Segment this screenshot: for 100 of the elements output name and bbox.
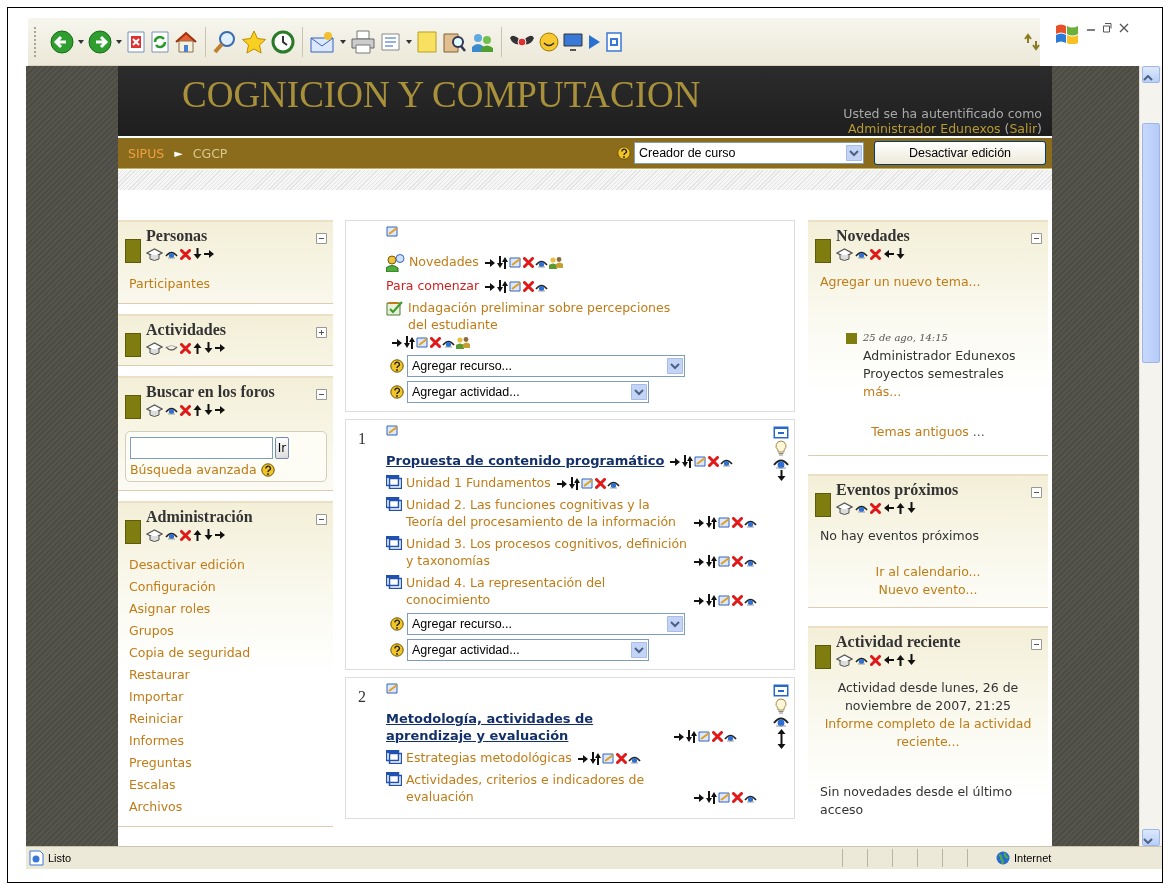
arrow-down-icon[interactable] (193, 248, 202, 260)
block-link[interactable]: Participantes (129, 273, 322, 295)
collapse-icon[interactable] (773, 684, 789, 697)
arrow-left-icon[interactable] (883, 503, 894, 513)
arrow-right-icon[interactable] (392, 337, 403, 348)
up-down-arrows-icon[interactable] (682, 455, 694, 468)
block-link[interactable]: Desactivar edición (129, 554, 322, 576)
block-link[interactable]: Informes (129, 730, 322, 752)
mortarboard-icon[interactable] (836, 246, 853, 262)
add-topic-link[interactable]: Agregar un nuevo tema... (820, 273, 1036, 291)
arrow-right-icon[interactable] (215, 343, 226, 353)
activity-link[interactable]: Indagación preliminar sobre percepciones del estudiante (408, 299, 690, 333)
restore-icon[interactable] (1102, 22, 1113, 34)
collapse-icon[interactable] (1031, 487, 1042, 498)
delete-icon[interactable] (732, 792, 743, 803)
block-link[interactable]: Escalas (129, 774, 322, 796)
label-text[interactable]: Para comenzar (386, 277, 480, 294)
section-title-link[interactable]: Propuesta de contenido programático (386, 452, 665, 469)
eye-icon[interactable] (855, 655, 868, 665)
help-icon[interactable] (390, 617, 404, 631)
arrow-down-icon[interactable] (907, 502, 916, 514)
arrow-up-icon[interactable] (193, 342, 202, 354)
up-down-arrows-icon[interactable] (496, 256, 508, 269)
arrow-left-icon[interactable] (883, 655, 894, 665)
arrow-up-icon[interactable] (896, 654, 905, 666)
edit-mode-button[interactable]: Desactivar edición (874, 141, 1046, 165)
arrow-right-icon[interactable] (694, 556, 705, 567)
scroll-up-button[interactable] (1142, 66, 1160, 83)
eye-icon[interactable] (773, 457, 789, 469)
delete-icon[interactable] (180, 342, 191, 354)
arrow-right-icon[interactable] (694, 517, 705, 528)
expand-icon[interactable] (316, 327, 327, 338)
delete-icon[interactable] (180, 529, 191, 541)
collapse-icon[interactable] (1031, 233, 1042, 244)
arrow-down-icon[interactable] (776, 470, 786, 482)
dropdown-caret-icon[interactable] (116, 39, 122, 44)
calendar-link[interactable]: Nuevo evento... (820, 581, 1036, 599)
closed-eye-icon[interactable] (165, 343, 178, 353)
older-topics-link[interactable]: Temas antiguos (871, 424, 969, 439)
block-link[interactable]: Importar (129, 686, 322, 708)
activity-link[interactable]: Unidad 3. Los procesos cognitivos, definición y taxonomías (406, 535, 688, 569)
scroll-thumb[interactable] (1142, 123, 1160, 363)
arrow-right-icon[interactable] (556, 478, 568, 489)
arrow-right-icon[interactable] (694, 792, 705, 803)
delete-icon[interactable] (180, 248, 191, 260)
delete-icon[interactable] (615, 753, 627, 764)
up-down-arrows-icon[interactable] (497, 280, 509, 293)
delete-icon[interactable] (870, 654, 881, 666)
user-link[interactable]: Administrador Edunexos (848, 121, 1001, 136)
edit-icon[interactable] (386, 226, 399, 237)
mortarboard-icon[interactable] (146, 402, 163, 418)
block-link[interactable]: Reiniciar (129, 708, 322, 730)
add-activity-dropdown[interactable]: Agregar actividad... (407, 381, 649, 403)
eye-icon[interactable] (855, 503, 868, 513)
arrow-right-icon[interactable] (484, 257, 496, 268)
up-down-arrows-icon[interactable] (706, 516, 717, 529)
arrow-down-icon[interactable] (896, 248, 905, 260)
edit-icon[interactable] (386, 425, 399, 436)
history-icon[interactable] (271, 29, 295, 54)
block-link[interactable]: Copia de seguridad (129, 642, 322, 664)
full-report-link[interactable]: Informe completo de la actividad reciente... (820, 715, 1036, 751)
eye-icon[interactable] (165, 405, 178, 415)
search-field[interactable] (130, 437, 273, 459)
calendar-link[interactable]: Ir al calendario... (820, 563, 1036, 581)
block-link[interactable]: Restaurar (129, 664, 322, 686)
up-down-arrows-icon[interactable] (404, 336, 415, 349)
help-icon[interactable] (390, 359, 404, 373)
block-link[interactable]: Archivos (129, 796, 322, 818)
arrow-right-icon[interactable] (485, 281, 497, 292)
collapse-icon[interactable] (316, 233, 327, 244)
home-icon[interactable] (174, 30, 198, 53)
eye-icon[interactable] (165, 530, 178, 540)
collapse-icon[interactable] (773, 426, 789, 439)
arrow-right-icon[interactable] (215, 405, 226, 415)
go-button[interactable]: Ir (275, 437, 289, 459)
activity-link[interactable]: Actividades, criterios e indicadores de evaluación (406, 771, 688, 805)
collapse-icon[interactable] (1031, 639, 1042, 650)
scrollbar[interactable] (1139, 66, 1162, 846)
arrow-down-icon[interactable] (204, 342, 213, 354)
edit-icon[interactable] (386, 683, 399, 694)
add-resource-dropdown[interactable]: Agregar recurso... (407, 355, 685, 377)
delete-icon[interactable] (180, 404, 191, 416)
refresh-icon[interactable] (150, 30, 170, 53)
back-icon[interactable] (50, 29, 74, 54)
block-link[interactable]: Asignar roles (129, 598, 322, 620)
add-activity-dropdown[interactable]: Agregar actividad... (407, 639, 649, 661)
up-down-arrow-icon[interactable] (776, 728, 786, 750)
delete-icon[interactable] (594, 478, 606, 489)
stop-icon[interactable] (126, 30, 146, 53)
delete-icon[interactable] (712, 731, 723, 742)
help-icon[interactable] (260, 462, 275, 477)
advanced-search-link[interactable]: Búsqueda avanzada (130, 462, 257, 477)
people-icon[interactable] (456, 336, 470, 349)
up-down-arrows-icon[interactable] (706, 594, 717, 607)
dropdown-caret-icon[interactable] (78, 39, 84, 44)
page-icon[interactable] (605, 31, 623, 52)
cursor-icon[interactable] (587, 32, 601, 51)
arrow-right-icon[interactable] (674, 731, 685, 742)
collapse-icon[interactable] (316, 514, 327, 525)
arrow-right-icon[interactable] (694, 595, 705, 606)
